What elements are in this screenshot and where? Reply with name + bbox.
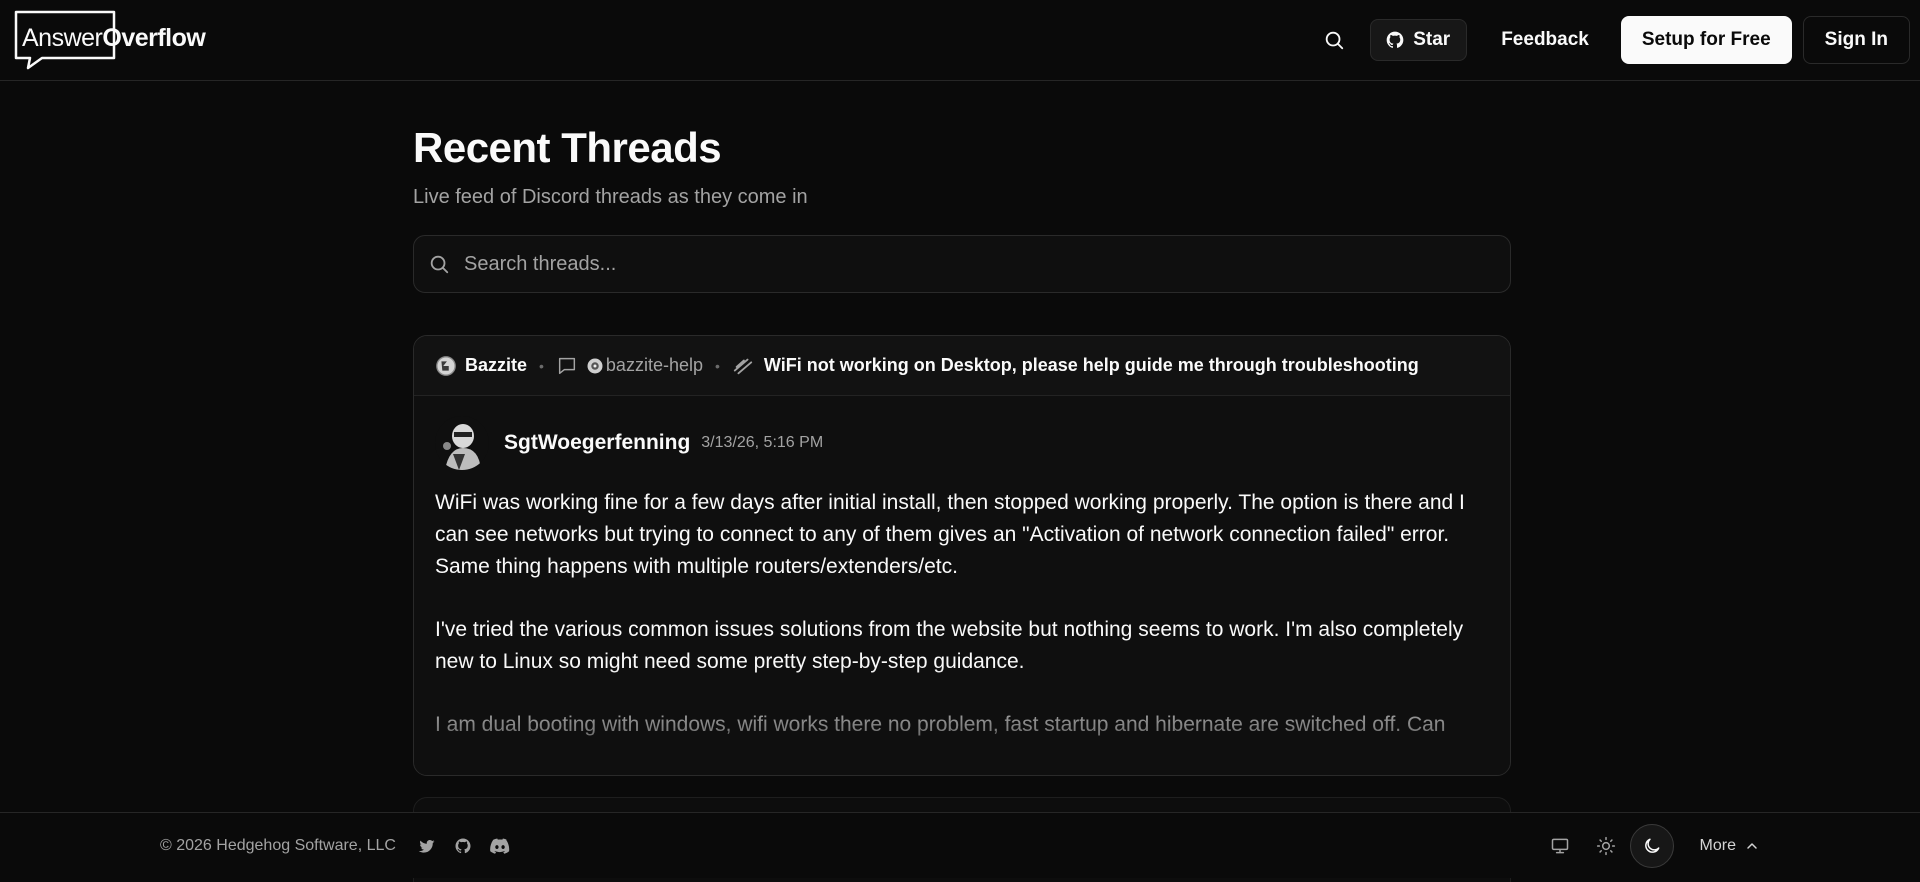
separator-dot: • (714, 357, 720, 374)
logo-overflow: Overflow (102, 23, 206, 52)
search-threads-input[interactable] (464, 252, 1464, 276)
feedback-button[interactable]: Feedback (1479, 17, 1611, 63)
chevron-up-icon (1747, 842, 1757, 849)
message-body: WiFi was working fine for a few days aft… (435, 487, 1485, 772)
top-nav: AnswerOverflow Star Feedback Setup for F… (0, 0, 1920, 81)
logo-answer: Answer (22, 23, 103, 52)
message-timestamp: 3/13/26, 5:16 PM (701, 434, 824, 451)
author-row: SgtWoegerfenning 3/13/26, 5:16 PM (435, 416, 823, 470)
github-star-button[interactable]: Star (1370, 19, 1468, 61)
moon-icon (1644, 838, 1659, 853)
channel-name-link[interactable]: bazzite-help (606, 355, 703, 376)
avatar-image (435, 416, 489, 470)
logo[interactable]: AnswerOverflow (12, 10, 206, 70)
setup-for-free-button[interactable]: Setup for Free (1620, 16, 1792, 64)
footer: © 2026 Hedgehog Software, LLC More (0, 812, 1920, 878)
thread-title-link[interactable]: WiFi not working on Desktop, please help… (764, 355, 1419, 376)
search-button[interactable] (1312, 18, 1356, 62)
page-subtitle: Live feed of Discord threads as they com… (413, 186, 808, 208)
channel-emoji-icon (587, 358, 603, 373)
theme-dark-button[interactable] (1629, 823, 1674, 868)
twitter-icon[interactable] (418, 837, 436, 855)
monitor-icon (1551, 838, 1568, 853)
discord-icon[interactable] (490, 837, 510, 855)
footer-right: More (1538, 823, 1760, 868)
more-label: More (1699, 836, 1736, 854)
author-name[interactable]: SgtWoegerfenning (504, 431, 690, 455)
github-icon[interactable] (454, 837, 472, 855)
sign-in-button[interactable]: Sign In (1802, 16, 1910, 64)
theme-light-button[interactable] (1584, 824, 1628, 868)
thread-icon (733, 358, 753, 374)
search-icon (430, 255, 449, 274)
star-label: Star (1413, 29, 1451, 50)
footer-left: © 2026 Hedgehog Software, LLC (160, 837, 510, 855)
more-button[interactable]: More (1700, 837, 1760, 855)
sun-icon (1596, 836, 1615, 855)
thread-breadcrumb: Bazzite • bazzite-help • WiFi not workin… (414, 336, 1510, 396)
message-paragraph: I am dual booting with windows, wifi wor… (435, 713, 1446, 736)
message-square-icon (558, 357, 575, 374)
nav-actions: Star Feedback Setup for Free Sign In (1312, 16, 1910, 64)
search-icon (1325, 31, 1344, 50)
page-title: Recent Threads (413, 124, 722, 171)
server-name-link[interactable]: Bazzite (465, 355, 527, 376)
theme-system-button[interactable] (1538, 824, 1582, 868)
github-icon (1386, 31, 1404, 48)
server-icon (436, 355, 456, 376)
separator-dot: • (539, 357, 544, 374)
message-paragraph: WiFi was working fine for a few days aft… (435, 491, 1465, 578)
search-threads-box (413, 235, 1511, 293)
message-paragraph: I've tried the various common issues sol… (435, 618, 1464, 673)
copyright-text: © 2026 Hedgehog Software, LLC (160, 836, 396, 854)
thread-card[interactable]: Bazzite • bazzite-help • WiFi not workin… (413, 335, 1511, 776)
logo-text: AnswerOverflow (22, 23, 206, 53)
social-links (418, 837, 510, 855)
avatar[interactable] (435, 416, 489, 470)
